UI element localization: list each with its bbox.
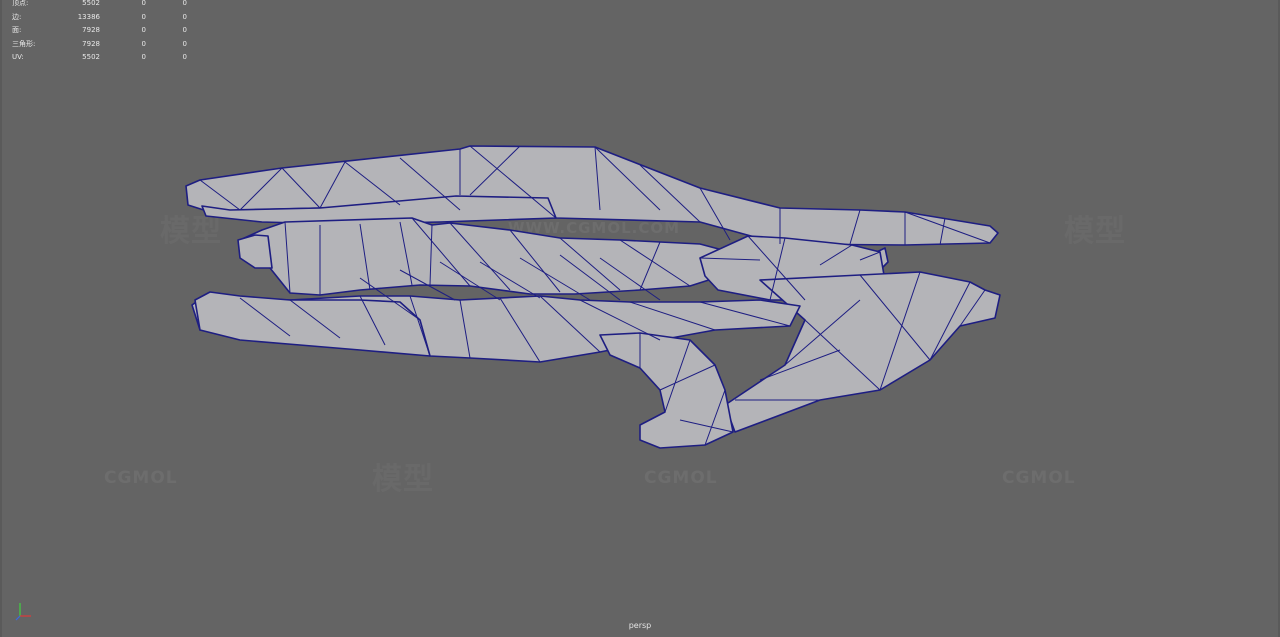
mesh-grip[interactable] (599, 332, 734, 449)
weapon-mesh[interactable] (0, 0, 1280, 637)
axis-gizmo-icon (15, 603, 31, 621)
maya-viewport[interactable]: 顶点: 5502 0 0 边: 13386 0 0 面: 7928 0 0 三角… (0, 0, 1280, 637)
mesh-muzzle[interactable] (237, 234, 273, 269)
camera-name-label: persp (628, 621, 652, 630)
mesh-lower-front[interactable] (194, 291, 431, 357)
